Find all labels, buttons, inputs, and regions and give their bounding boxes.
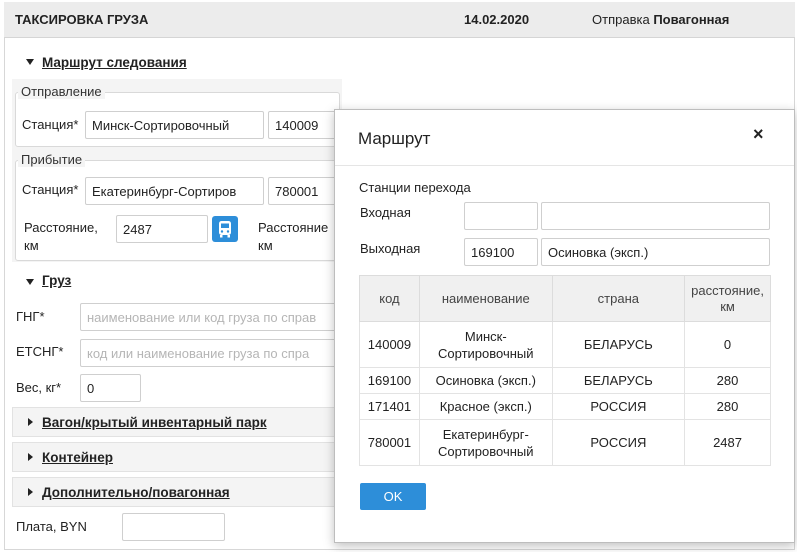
- distance-label-line1: Расстояние,: [24, 220, 98, 235]
- wagon-section-header[interactable]: Вагон/крытый инвентарный парк: [42, 415, 267, 430]
- cell-name: Осиновка (эксп.): [418, 367, 553, 394]
- close-icon[interactable]: ×: [753, 124, 764, 145]
- cell-name: Екатеринбург-Сортировочный: [418, 419, 553, 466]
- column-header-code: код: [359, 275, 420, 322]
- cell-country: РОССИЯ: [551, 393, 686, 420]
- exit-station-name-input[interactable]: [541, 238, 770, 266]
- cell-code: 780001: [359, 419, 420, 466]
- modal-divider: [335, 165, 794, 166]
- table-header-row: код наименование страна расстояние, км: [359, 275, 771, 322]
- departure-station-code-input[interactable]: [268, 111, 342, 139]
- departure-station-label: Станция*: [22, 117, 79, 132]
- column-header-name: наименование: [418, 275, 553, 322]
- cell-name: Минск-Сортировочный: [418, 321, 553, 368]
- collapsed-arrow-icon: [28, 418, 33, 426]
- entry-station-label: Входная: [360, 205, 411, 220]
- table-row[interactable]: 169100 Осиновка (эксп.) БЕЛАРУСЬ 280: [359, 367, 771, 394]
- additional-section[interactable]: Дополнительно/повагонная: [12, 477, 342, 507]
- distance-input[interactable]: [116, 215, 208, 243]
- departure-station-name-input[interactable]: [85, 111, 264, 139]
- distance2-label-line1: Расстояние: [258, 220, 329, 235]
- bus-icon: [219, 221, 231, 238]
- expanded-arrow-icon[interactable]: [26, 279, 34, 285]
- collapsed-arrow-icon: [28, 453, 33, 461]
- route-button[interactable]: [212, 216, 238, 242]
- cell-distance: 0: [684, 321, 771, 368]
- table-row[interactable]: 780001 Екатеринбург-Сортировочный РОССИЯ…: [359, 419, 771, 466]
- weight-input[interactable]: [80, 374, 141, 402]
- cell-country: РОССИЯ: [551, 419, 686, 466]
- transfer-stations-title: Станции перехода: [359, 180, 471, 195]
- page-title: ТАКСИРОВКА ГРУЗА: [15, 12, 149, 27]
- arrival-legend: Прибытие: [18, 152, 86, 167]
- expanded-arrow-icon[interactable]: [26, 59, 34, 65]
- collapsed-arrow-icon: [28, 488, 33, 496]
- additional-section-header[interactable]: Дополнительно/повагонная: [42, 485, 230, 500]
- column-header-country: страна: [551, 275, 686, 322]
- route-section-header[interactable]: Маршрут следования: [42, 55, 187, 70]
- cell-code: 140009: [359, 321, 420, 368]
- container-section-header[interactable]: Контейнер: [42, 450, 113, 465]
- cell-code: 171401: [359, 393, 420, 420]
- cell-country: БЕЛАРУСЬ: [551, 321, 686, 368]
- cargo-section-header[interactable]: Груз: [42, 273, 71, 288]
- cell-name: Красное (эксп.): [418, 393, 553, 420]
- etsng-label: ЕТСНГ*: [16, 344, 64, 359]
- etsng-input[interactable]: [80, 339, 342, 367]
- entry-station-code-input[interactable]: [464, 202, 538, 230]
- document-date: 14.02.2020: [464, 12, 530, 27]
- page-header: ТАКСИРОВКА ГРУЗА 14.02.2020 Отправка Пов…: [4, 2, 795, 38]
- table-row[interactable]: 140009 Минск-Сортировочный БЕЛАРУСЬ 0: [359, 321, 771, 368]
- payment-input[interactable]: [122, 513, 225, 541]
- arrival-station-label: Станция*: [22, 182, 79, 197]
- distance2-label-line2: км: [258, 238, 273, 253]
- shipment-type-value: Повагонная: [653, 12, 730, 27]
- arrival-station-code-input[interactable]: [268, 177, 342, 205]
- container-section[interactable]: Контейнер: [12, 442, 342, 472]
- gng-label: ГНГ*: [16, 309, 45, 324]
- exit-station-code-input[interactable]: [464, 238, 538, 266]
- arrival-station-name-input[interactable]: [85, 177, 264, 205]
- gng-input[interactable]: [80, 303, 342, 331]
- arrival-fieldset: [15, 160, 340, 261]
- entry-station-name-input[interactable]: [541, 202, 770, 230]
- cell-country: БЕЛАРУСЬ: [551, 367, 686, 394]
- table-row[interactable]: 171401 Красное (эксп.) РОССИЯ 280: [359, 393, 771, 420]
- wagon-section[interactable]: Вагон/крытый инвентарный парк: [12, 407, 342, 437]
- shipment-type-label: Отправка: [592, 12, 650, 27]
- route-modal: Маршрут × Станции перехода Входная Выход…: [334, 109, 795, 543]
- column-header-distance: расстояние, км: [684, 275, 771, 322]
- cell-distance: 2487: [684, 419, 771, 466]
- cell-distance: 280: [684, 393, 771, 420]
- payment-label: Плата, BYN: [16, 519, 87, 534]
- route-table: код наименование страна расстояние, км 1…: [359, 275, 771, 466]
- cell-distance: 280: [684, 367, 771, 394]
- modal-title: Маршрут: [358, 129, 431, 148]
- shipment-type: Отправка Повагонная: [592, 12, 729, 27]
- departure-legend: Отправление: [18, 84, 105, 99]
- ok-button[interactable]: OK: [360, 483, 426, 510]
- distance-label-line2: км: [24, 238, 39, 253]
- cell-code: 169100: [359, 367, 420, 394]
- exit-station-label: Выходная: [360, 241, 421, 256]
- weight-label: Вес, кг*: [16, 380, 62, 395]
